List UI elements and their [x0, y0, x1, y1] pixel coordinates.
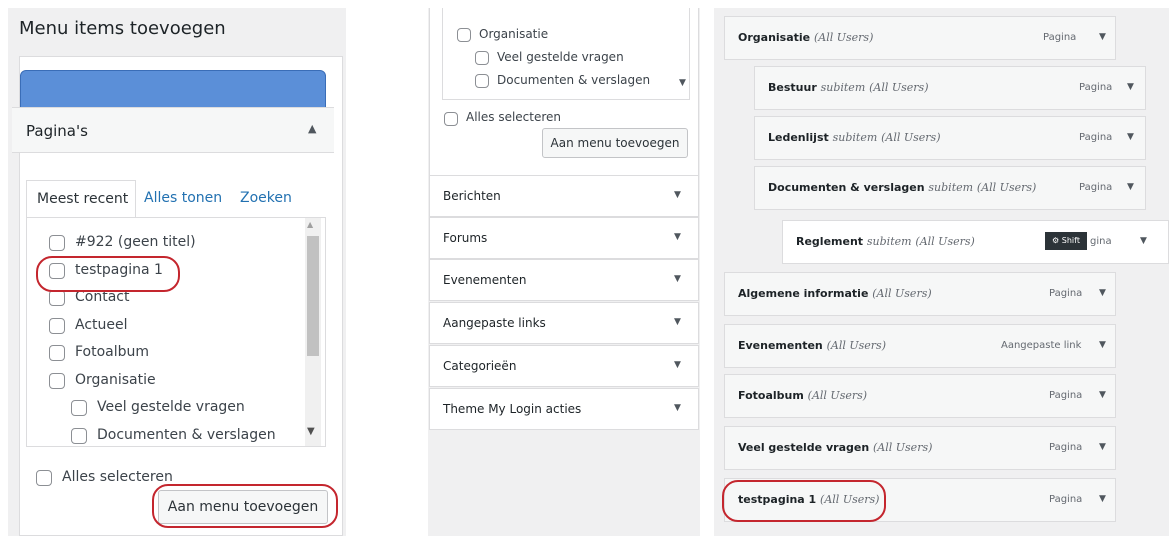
menu-item[interactable]: Evenementen (All Users) Aangepaste link … — [724, 324, 1116, 368]
add-menu-items-panel-2: Organisatie Veel gestelde vragen Documen… — [428, 8, 700, 536]
menu-item-type: Pagina — [1049, 390, 1083, 401]
select-all-checkbox[interactable] — [36, 470, 52, 486]
expand-arrow-icon[interactable]: ▼ — [1099, 494, 1106, 504]
expand-arrow-icon[interactable]: ▼ — [1099, 340, 1106, 350]
expand-arrow-icon[interactable]: ▼ — [1140, 236, 1147, 246]
menu-structure-panel: Organisatie (All Users) Pagina ▼ Bestuur… — [714, 8, 1169, 536]
expand-arrow-icon[interactable]: ▼ — [1099, 32, 1106, 42]
accordion-posts[interactable]: Berichten ▼ — [429, 175, 699, 217]
expand-arrow-icon[interactable]: ▼ — [674, 317, 681, 327]
menu-item[interactable]: Fotoalbum (All Users) Pagina ▼ — [724, 374, 1116, 418]
page-checkbox[interactable] — [49, 290, 65, 306]
accordion-forums[interactable]: Forums ▼ — [429, 217, 699, 259]
page-label: Organisatie — [75, 372, 156, 388]
page-label: Actueel — [75, 317, 128, 333]
menu-item-type: gina — [1090, 236, 1112, 247]
menu-item[interactable]: Documenten & verslagen subitem (All User… — [754, 166, 1146, 210]
collapse-arrow-icon[interactable]: ▲ — [308, 122, 316, 135]
page-checkbox[interactable] — [71, 428, 87, 444]
expand-arrow-icon[interactable]: ▼ — [1099, 390, 1106, 400]
expand-arrow-icon[interactable]: ▼ — [674, 274, 681, 284]
panel-title: Menu items toevoegen — [19, 18, 226, 39]
expand-arrow-icon[interactable]: ▼ — [674, 232, 681, 242]
page-label: #922 (geen titel) — [75, 234, 196, 250]
scroll-up-icon[interactable]: ▲ — [307, 220, 313, 229]
menu-item-type: Pagina — [1049, 442, 1083, 453]
menu-item[interactable]: Organisatie (All Users) Pagina ▼ — [724, 16, 1116, 60]
expand-arrow-icon[interactable]: ▼ — [1099, 442, 1106, 452]
accordion-categories[interactable]: Categorieën ▼ — [429, 345, 699, 387]
accordion-custom-links[interactable]: Aangepaste links ▼ — [429, 302, 699, 344]
menu-item[interactable]: Bestuur subitem (All Users) Pagina ▼ — [754, 66, 1146, 110]
menu-item-type: Pagina — [1049, 494, 1083, 505]
page-checkbox[interactable] — [71, 400, 87, 416]
menu-item-type: Pagina — [1079, 82, 1113, 93]
page-label: Veel gestelde vragen — [497, 50, 624, 64]
expand-arrow-icon[interactable]: ▼ — [1127, 182, 1134, 192]
menu-item-title: Fotoalbum (All Users) — [738, 389, 868, 402]
menu-item-type: Pagina — [1043, 32, 1077, 43]
section-header-pages[interactable]: Pagina's ▲ — [12, 107, 334, 153]
menu-item[interactable]: Algemene informatie (All Users) Pagina ▼ — [724, 272, 1116, 316]
menu-item-title: Organisatie (All Users) — [738, 31, 874, 44]
highlight-circle — [722, 480, 886, 522]
tab-show-all[interactable]: Alles tonen — [144, 190, 222, 206]
page-checkbox[interactable] — [49, 235, 65, 251]
menu-item[interactable]: Ledenlijst subitem (All Users) Pagina ▼ — [754, 116, 1146, 160]
menu-item-title: Bestuur subitem (All Users) — [768, 81, 929, 94]
menu-item-dragging[interactable]: Reglement subitem (All Users) gina ▼ — [782, 220, 1169, 264]
expand-arrow-icon[interactable]: ▼ — [674, 190, 681, 200]
expand-arrow-icon[interactable]: ▼ — [674, 403, 681, 413]
menu-item-type: Pagina — [1079, 182, 1113, 193]
highlight-circle — [36, 256, 180, 292]
select-all-label: Alles selecteren — [466, 110, 562, 124]
menu-item[interactable]: Veel gestelde vragen (All Users) Pagina … — [724, 426, 1116, 470]
page-label: Documenten & verslagen — [97, 427, 276, 443]
page-checkbox[interactable] — [475, 51, 489, 65]
tab-search[interactable]: Zoeken — [240, 190, 292, 206]
scroll-down-icon[interactable]: ▼ — [679, 78, 686, 88]
expand-arrow-icon[interactable]: ▼ — [1099, 288, 1106, 298]
expand-arrow-icon[interactable]: ▼ — [1127, 82, 1134, 92]
expand-arrow-icon[interactable]: ▼ — [1127, 132, 1134, 142]
page-checkbox[interactable] — [49, 345, 65, 361]
page-label: Veel gestelde vragen — [97, 399, 245, 415]
accordion-theme-my-login[interactable]: Theme My Login acties ▼ — [429, 388, 699, 430]
menu-item-title: Reglement subitem (All Users) — [796, 235, 975, 248]
tab-most-recent[interactable]: Meest recent — [26, 180, 136, 218]
scrollbar[interactable]: ▲ ▼ — [305, 218, 321, 446]
menu-item-title: Algemene informatie (All Users) — [738, 287, 932, 300]
page-checkbox[interactable] — [49, 318, 65, 334]
select-all-checkbox[interactable] — [444, 112, 458, 126]
page-checkbox[interactable] — [475, 74, 489, 88]
page-checklist: #922 (geen titel) testpagina 1 Contact A… — [26, 217, 326, 447]
scroll-down-icon[interactable]: ▼ — [307, 426, 315, 437]
scrollbar-thumb[interactable] — [307, 236, 319, 356]
menu-item-title: Veel gestelde vragen (All Users) — [738, 441, 933, 454]
shift-keyboard-badge: ⚙ Shift — [1045, 232, 1087, 250]
page-checklist: Organisatie Veel gestelde vragen Documen… — [442, 8, 690, 100]
menu-item-type: Aangepaste link — [1001, 340, 1082, 351]
pages-box: Organisatie Veel gestelde vragen Documen… — [429, 8, 699, 176]
page-checkbox[interactable] — [49, 373, 65, 389]
menu-item-type: Pagina — [1079, 132, 1113, 143]
menu-item-title: Documenten & verslagen subitem (All User… — [768, 181, 1037, 194]
page-label: Organisatie — [479, 27, 549, 41]
section-label: Pagina's — [26, 122, 88, 140]
menu-item-title: Evenementen (All Users) — [738, 339, 886, 352]
menu-item-type: Pagina — [1049, 288, 1083, 299]
select-all-label: Alles selecteren — [62, 469, 173, 485]
menu-item-title: Ledenlijst subitem (All Users) — [768, 131, 941, 144]
page-label: Fotoalbum — [75, 344, 150, 360]
page-label: Documenten & verslagen — [497, 73, 651, 87]
expand-arrow-icon[interactable]: ▼ — [674, 360, 681, 370]
add-to-menu-button[interactable]: Aan menu toevoegen — [542, 128, 688, 158]
accordion-events[interactable]: Evenementen ▼ — [429, 259, 699, 301]
highlight-circle — [152, 484, 338, 528]
page-checkbox[interactable] — [457, 28, 471, 42]
